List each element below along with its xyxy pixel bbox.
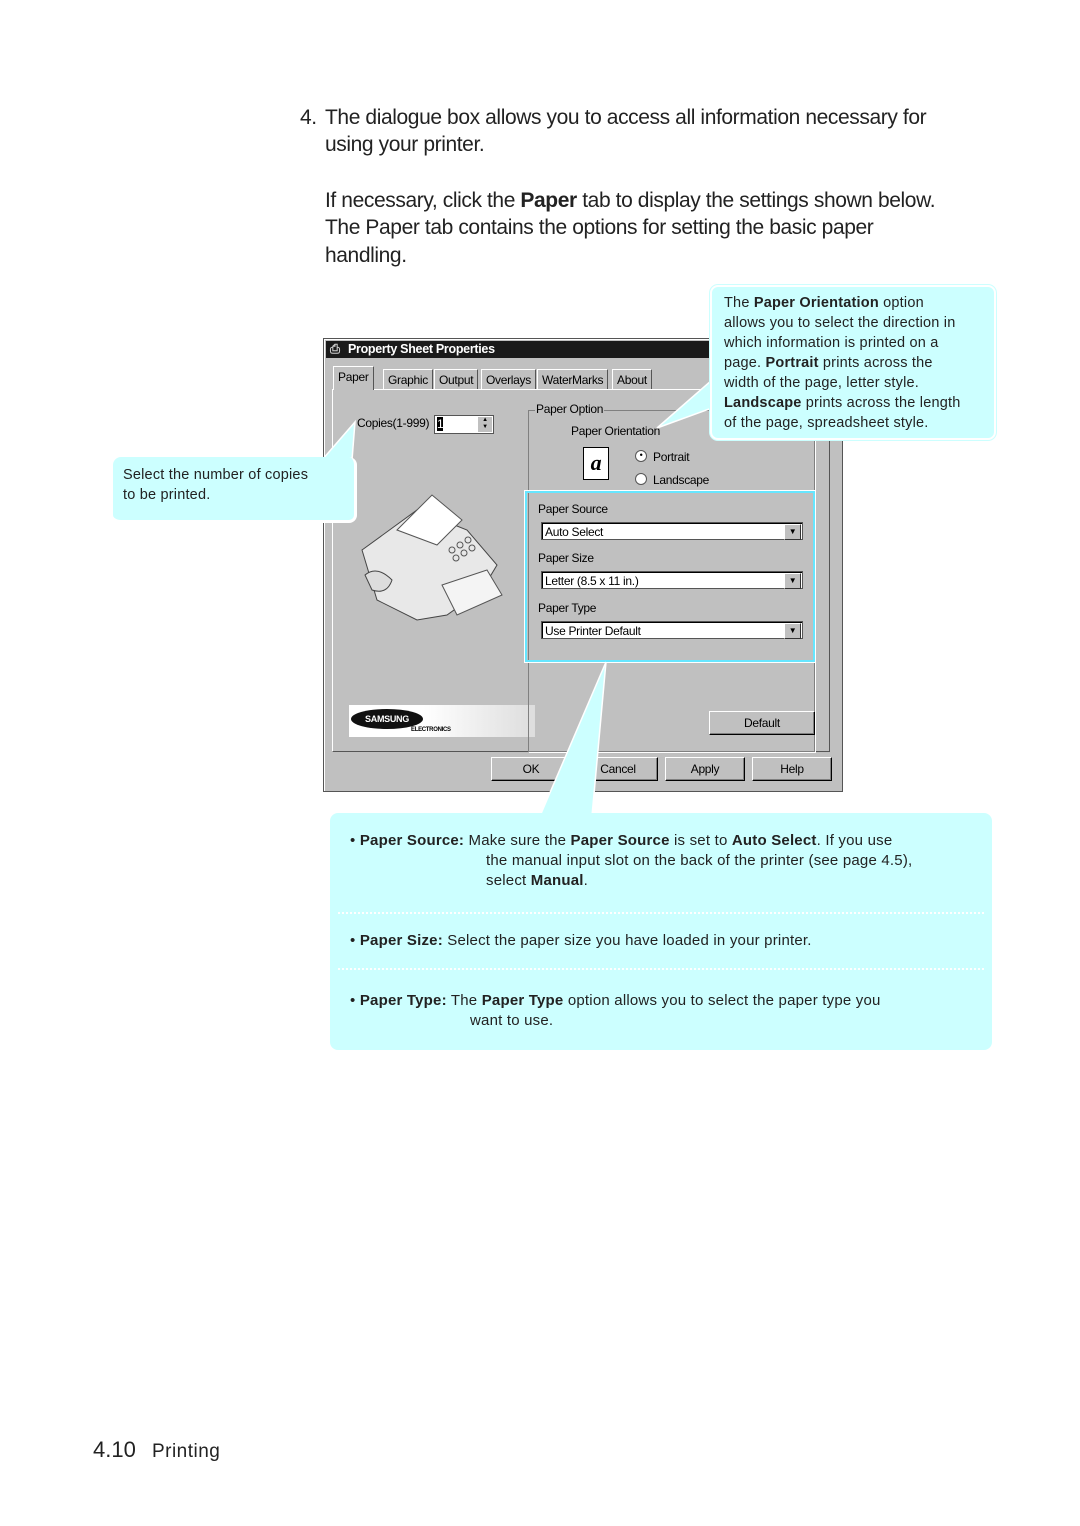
copies-callout: Select the number of copies to be printe… <box>113 457 357 523</box>
bullet-paper-type: • Paper Type: The Paper Type option allo… <box>350 992 881 1029</box>
text: The <box>724 295 754 311</box>
text: Auto Select <box>731 832 817 849</box>
text: is set to <box>669 832 732 849</box>
page-footer: 4.10 Printing <box>93 1437 220 1463</box>
text: . <box>583 872 589 889</box>
text: Landscape <box>724 395 802 411</box>
text: to be printed. <box>123 487 211 503</box>
text: Manual <box>530 872 584 889</box>
text: . If you use <box>816 832 893 849</box>
manual-page: 4. The dialogue box allows you to access… <box>0 0 1080 1526</box>
text: allows you to select the direction in <box>724 315 956 331</box>
text: Make sure the <box>464 832 571 849</box>
text: of the page, spreadsheet style. <box>724 415 929 431</box>
text: Portrait <box>765 355 819 371</box>
text: want to use. <box>470 1012 554 1029</box>
tab-paper[interactable]: Paper <box>333 366 374 390</box>
paper-settings-callout: • Paper Source: Make sure the Paper Sour… <box>330 813 992 1050</box>
section-name: Printing <box>151 1441 221 1462</box>
text: prints across the length <box>801 395 961 411</box>
text: Paper Source <box>570 832 670 849</box>
text: The <box>446 992 482 1009</box>
text: Select the number of copies <box>123 467 309 483</box>
text: the manual input slot on the back of the… <box>486 852 913 869</box>
text: select <box>486 872 531 889</box>
text: Paper Type <box>481 992 564 1009</box>
text: option <box>878 295 924 311</box>
paper-orientation-callout: The Paper Orientation option allows you … <box>710 285 996 440</box>
text: Paper Size: <box>359 932 443 949</box>
divider <box>338 968 984 970</box>
page-number: 4.10 <box>93 1437 136 1462</box>
text: Paper Source: <box>359 832 465 849</box>
text: Paper Type: <box>359 992 447 1009</box>
text: which information is printed on a <box>724 335 939 351</box>
bullet-paper-source: • Paper Source: Make sure the Paper Sour… <box>350 832 913 889</box>
text: Select the paper size you have loaded in… <box>442 932 812 949</box>
divider <box>338 912 984 914</box>
text: width of the page, letter style. <box>724 375 920 391</box>
text: option allows you to select the paper ty… <box>563 992 881 1009</box>
bullet-paper-size: • Paper Size: Select the paper size you … <box>350 932 812 949</box>
text: Paper Orientation <box>753 295 879 311</box>
text: page. <box>724 355 766 371</box>
text: prints across the <box>818 355 933 371</box>
